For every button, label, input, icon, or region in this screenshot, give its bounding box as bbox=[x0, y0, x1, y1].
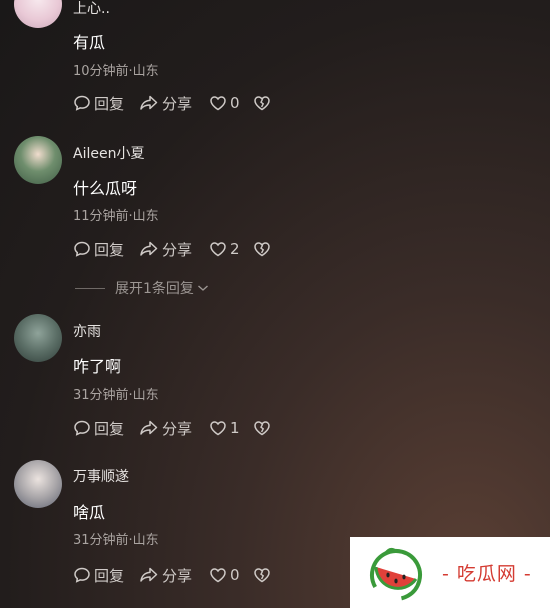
reply-button[interactable]: 回复 bbox=[73, 93, 139, 114]
comment-text: 什么瓜呀 bbox=[73, 179, 138, 198]
share-button[interactable]: 分享 bbox=[139, 93, 209, 114]
chevron-down-icon bbox=[197, 285, 208, 291]
broken-heart-icon bbox=[254, 421, 270, 436]
reply-button[interactable]: 回复 bbox=[73, 565, 139, 586]
comment-meta: 31分钟前·山东 bbox=[73, 533, 159, 548]
avatar[interactable] bbox=[14, 314, 62, 362]
reply-label: 回复 bbox=[94, 419, 125, 438]
like-button[interactable]: 2 bbox=[209, 240, 253, 258]
reply-label: 回复 bbox=[94, 94, 125, 113]
broken-heart-icon bbox=[254, 568, 270, 583]
like-count: 0 bbox=[230, 566, 240, 584]
avatar[interactable] bbox=[14, 460, 62, 508]
avatar[interactable] bbox=[14, 0, 62, 28]
share-label: 分享 bbox=[162, 419, 193, 438]
reply-icon bbox=[74, 95, 90, 111]
heart-icon bbox=[210, 242, 226, 257]
reply-label: 回复 bbox=[94, 566, 125, 585]
expand-replies-button[interactable]: 展开1条回复 bbox=[75, 278, 209, 298]
heart-icon bbox=[210, 568, 226, 583]
heart-icon bbox=[210, 421, 226, 436]
comment-username[interactable]: 万事顺遂 bbox=[73, 466, 129, 486]
share-icon bbox=[140, 241, 158, 256]
share-label: 分享 bbox=[162, 566, 193, 585]
share-button[interactable]: 分享 bbox=[139, 418, 209, 439]
share-icon bbox=[140, 567, 158, 582]
broken-heart-icon bbox=[254, 242, 270, 257]
share-button[interactable]: 分享 bbox=[139, 239, 209, 260]
reply-icon bbox=[74, 567, 90, 583]
watermelon-icon bbox=[369, 547, 422, 601]
avatar[interactable] bbox=[14, 136, 62, 184]
dislike-button[interactable] bbox=[253, 94, 271, 112]
comment-username[interactable]: 上心.. bbox=[73, 0, 110, 18]
share-icon bbox=[140, 420, 158, 435]
broken-heart-icon bbox=[254, 96, 270, 111]
expand-replies-label: 展开1条回复 bbox=[115, 281, 194, 297]
comment-actions: 回复 分享 2 bbox=[73, 239, 271, 259]
heart-icon bbox=[210, 96, 226, 111]
comment-actions: 回复 分享 0 bbox=[73, 93, 271, 113]
comment-actions: 回复 分享 1 bbox=[73, 418, 271, 438]
reply-label: 回复 bbox=[94, 240, 125, 259]
like-count: 0 bbox=[230, 94, 240, 112]
comment-meta: 31分钟前·山东 bbox=[73, 388, 159, 403]
reply-button[interactable]: 回复 bbox=[73, 239, 139, 260]
share-button[interactable]: 分享 bbox=[139, 565, 209, 586]
comment-actions: 回复 分享 0 bbox=[73, 565, 271, 585]
reply-button[interactable]: 回复 bbox=[73, 418, 139, 439]
like-button[interactable]: 1 bbox=[209, 419, 253, 437]
comment-meta: 10分钟前·山东 bbox=[73, 64, 159, 79]
comment-username[interactable]: Aileen小夏 bbox=[73, 143, 144, 163]
like-count: 2 bbox=[230, 240, 240, 258]
comment-text: 有瓜 bbox=[73, 33, 106, 52]
reply-icon bbox=[74, 241, 90, 257]
comment-text: 咋了啊 bbox=[73, 357, 122, 376]
like-button[interactable]: 0 bbox=[209, 566, 253, 584]
dislike-button[interactable] bbox=[253, 240, 271, 258]
watermark-logo: - 吃瓜网 - bbox=[350, 537, 550, 608]
dislike-button[interactable] bbox=[253, 566, 271, 584]
reply-icon bbox=[74, 420, 90, 436]
divider bbox=[75, 287, 105, 289]
dislike-button[interactable] bbox=[253, 419, 271, 437]
share-label: 分享 bbox=[162, 240, 193, 259]
share-icon bbox=[140, 95, 158, 110]
watermark-text: - 吃瓜网 - bbox=[442, 563, 532, 585]
comment-text: 啥瓜 bbox=[73, 503, 106, 522]
comment-username[interactable]: 亦雨 bbox=[73, 321, 101, 341]
like-button[interactable]: 0 bbox=[209, 94, 253, 112]
comment-meta: 11分钟前·山东 bbox=[73, 209, 159, 224]
share-label: 分享 bbox=[162, 94, 193, 113]
like-count: 1 bbox=[230, 419, 240, 437]
